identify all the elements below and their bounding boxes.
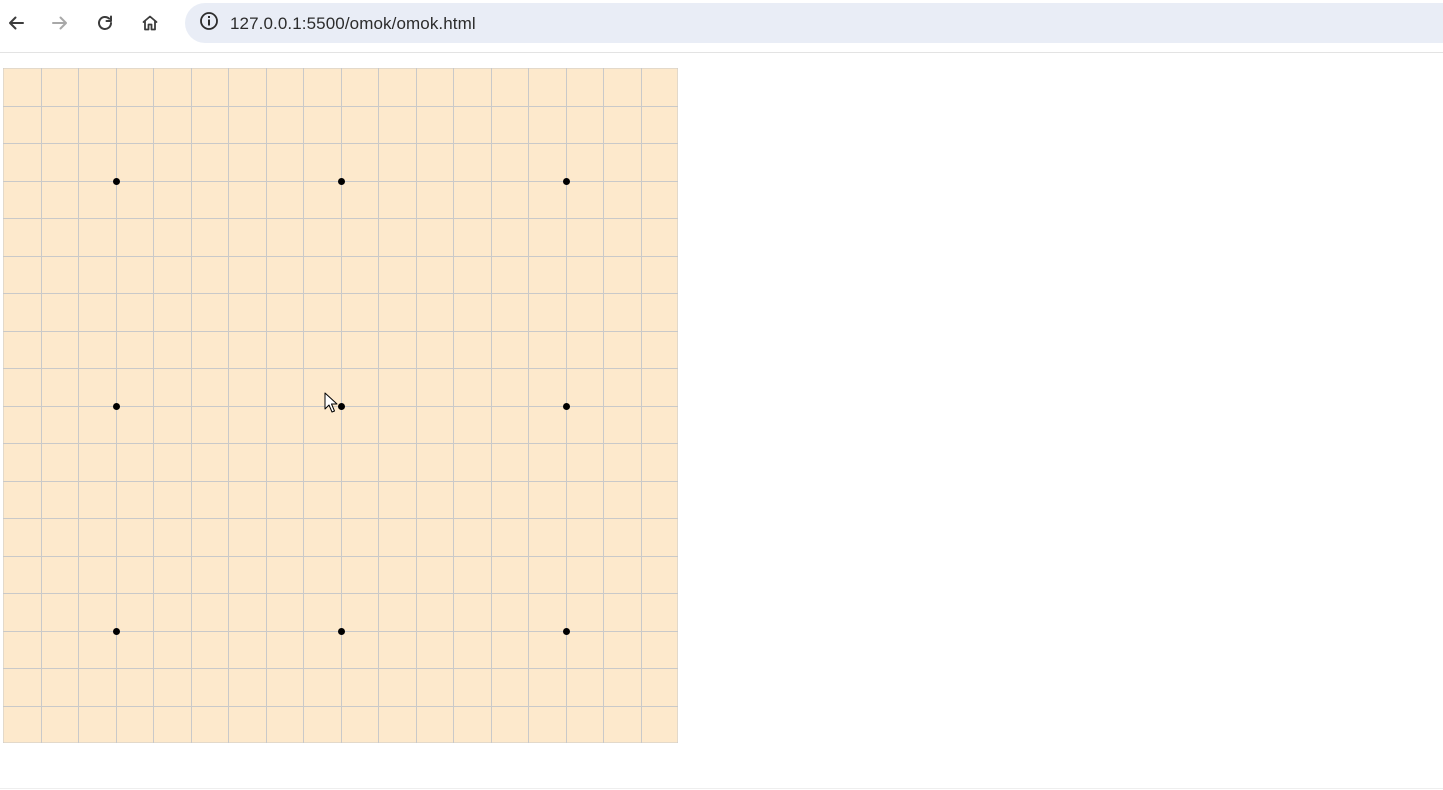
omok-board[interactable] <box>3 68 678 743</box>
forward-button[interactable] <box>44 7 76 39</box>
reload-button[interactable] <box>89 7 121 39</box>
arrow-left-icon <box>7 14 25 32</box>
back-button[interactable] <box>0 7 32 39</box>
star-point <box>338 403 345 410</box>
star-point <box>113 403 120 410</box>
star-point <box>113 178 120 185</box>
browser-toolbar: 127.0.0.1:5500/omok/omok.html <box>0 0 1443 46</box>
page-bottom-divider <box>0 788 1443 789</box>
reload-icon <box>96 14 114 32</box>
info-circle-icon <box>199 11 219 36</box>
home-icon <box>141 14 159 32</box>
home-button[interactable] <box>134 7 166 39</box>
star-point <box>563 403 570 410</box>
toolbar-divider <box>0 52 1443 53</box>
star-point <box>113 628 120 635</box>
address-bar[interactable]: 127.0.0.1:5500/omok/omok.html <box>185 3 1443 43</box>
url-text[interactable]: 127.0.0.1:5500/omok/omok.html <box>230 14 476 34</box>
omok-board-canvas[interactable] <box>3 68 678 743</box>
star-point <box>563 628 570 635</box>
arrow-right-icon <box>51 14 69 32</box>
star-point <box>338 628 345 635</box>
star-point <box>338 178 345 185</box>
site-info-button[interactable] <box>193 7 225 39</box>
star-point <box>563 178 570 185</box>
